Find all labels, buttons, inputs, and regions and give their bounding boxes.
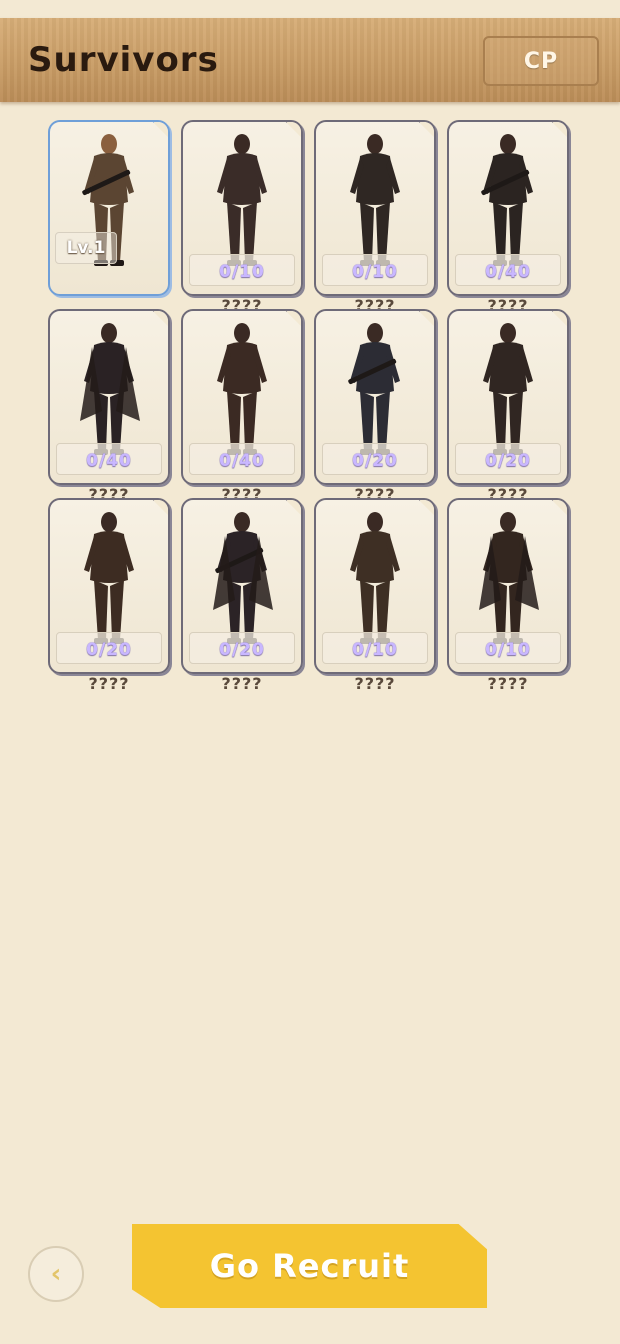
survivor-name: ???? (88, 674, 130, 693)
survivor-card[interactable]: Lv.1 (48, 120, 170, 296)
shard-progress: 0/40 (86, 451, 132, 471)
survivor-card[interactable]: 0/10 (314, 498, 436, 674)
level-badge: Lv.1 (55, 232, 117, 264)
shard-progress: 0/10 (352, 640, 398, 660)
shard-progress: 0/20 (219, 640, 265, 660)
go-recruit-label: Go Recruit (209, 1247, 410, 1285)
cp-button[interactable]: CP (483, 36, 599, 86)
survivor-name: ???? (354, 674, 396, 693)
shard-progress: 0/10 (485, 640, 531, 660)
survivor-card[interactable]: 0/20 (314, 309, 436, 485)
survivor-card[interactable]: 0/20 (48, 498, 170, 674)
shard-progress: 0/40 (485, 262, 531, 282)
go-recruit-button[interactable]: Go Recruit (132, 1224, 487, 1308)
survivor-portrait (82, 134, 134, 266)
survivor-card[interactable]: 0/40 (447, 120, 569, 296)
shard-progress: 0/20 (485, 451, 531, 471)
header-bar: Survivors CP (0, 18, 620, 102)
page-title: Survivors (28, 40, 219, 80)
survivor-name: ???? (487, 674, 529, 693)
survivor-card[interactable]: 0/10 (447, 498, 569, 674)
chevron-left-icon: ‹ (50, 1259, 62, 1289)
shard-progress: 0/20 (352, 451, 398, 471)
survivor-card[interactable]: 0/20 (181, 498, 303, 674)
shard-progress: 0/20 (86, 640, 132, 660)
shard-progress: 0/10 (219, 262, 265, 282)
survivor-card[interactable]: 0/40 (48, 309, 170, 485)
survivor-card[interactable]: 0/10 (181, 120, 303, 296)
back-button[interactable]: ‹ (28, 1246, 84, 1302)
survivor-name: ???? (221, 674, 263, 693)
survivor-card[interactable]: 0/40 (181, 309, 303, 485)
survivor-card[interactable]: 0/20 (447, 309, 569, 485)
status-bar-area (0, 0, 620, 18)
survivor-card[interactable]: 0/10 (314, 120, 436, 296)
shard-progress: 0/40 (219, 451, 265, 471)
shard-progress: 0/10 (352, 262, 398, 282)
